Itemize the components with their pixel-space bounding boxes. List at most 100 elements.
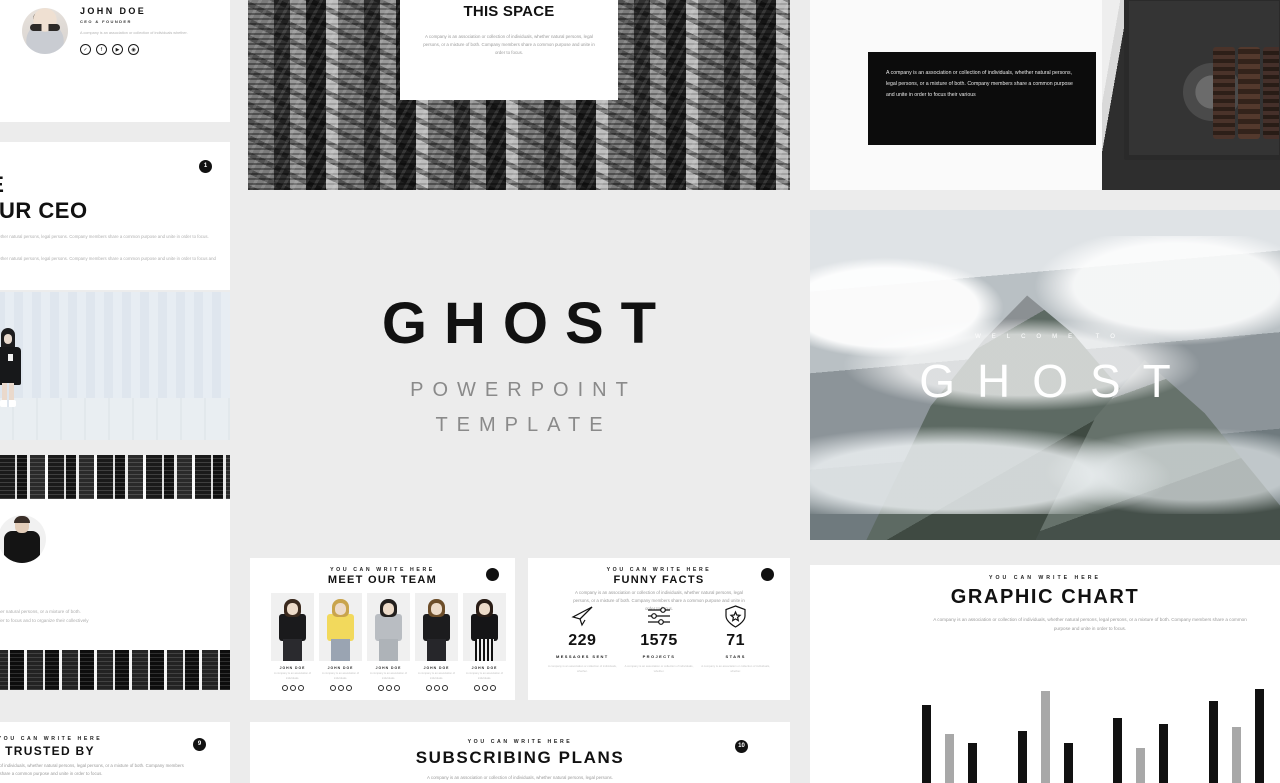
floor-tiles [0,398,230,440]
slide-subscribing-plans[interactable]: 10 YOU CAN WRITE HERE SUBSCRIBING PLANS … [250,722,790,783]
member-role: A company is an association of individua… [370,672,407,680]
team-member-card[interactable]: JOHN DOE A company is an association of … [271,593,314,691]
member-social-links[interactable] [319,684,362,691]
slide-title: TRUSTED BY [5,744,95,758]
slide-dark-quote[interactable]: A company is an association or collectio… [810,0,1280,190]
team-member-card[interactable]: JOHN DOE A company is an association of … [367,593,410,691]
chart-bar [1159,724,1169,783]
facebook-icon [481,684,488,691]
stats-row: 229 MESSAGES SENT A company is an associ… [544,604,774,675]
profile-text: JOHN DOE CEO & FOUNDER A company is an a… [80,6,208,56]
chart-bar [1208,700,1218,783]
dribbble-icon[interactable]: ◉ [128,44,139,56]
twitter-icon[interactable]: ✓ [80,44,91,56]
youtube-icon[interactable]: ▶ [112,44,123,56]
eyebrow-label: YOU CAN WRITE HERE [606,567,712,573]
chart-bar [1136,747,1146,783]
stat-description: A company is an association or collectio… [624,664,694,674]
bar-group [1113,718,1169,783]
dribbble-icon [393,684,400,691]
twitter-icon [377,684,384,691]
profile-name: JOHN DOE [80,6,147,16]
hero-title: GHOST [919,355,1193,407]
chart-bar [1063,743,1073,783]
member-role: A company is an association of individua… [418,672,455,680]
dribbble-icon [441,684,448,691]
member-photo [415,593,458,661]
stat-value: 1575 [640,632,678,649]
slide-city-title[interactable]: AND NICE TITLE IN THIS SPACE A company i… [248,0,790,190]
profile-card: JOHN DOE CEO & FOUNDER A company is an a… [22,6,208,56]
paper-plane-icon [545,604,619,628]
slide-funny-facts[interactable]: YOU CAN WRITE HERE FUNNY FACTS A company… [528,558,790,700]
slide-title: SUBSCRIBING PLANS [415,748,625,767]
slide-zuckerberg-profile[interactable]: ZUCKERBERG BRAND COMPANY A company is an… [0,455,230,690]
brand-subtitle-line-2: TEMPLATE [435,414,612,436]
chart-title: GRAPHIC CHART [950,586,1140,608]
member-photo [367,593,410,661]
shelf-frame [1124,0,1280,160]
slide-number-badge: 1 [199,160,212,173]
stat-item: 71 STARS A company is an association or … [699,604,773,675]
member-social-links[interactable] [415,684,458,691]
eyebrow-label: YOU CAN WRITE HERE [989,575,1101,581]
twitter-icon [473,684,480,691]
social-links[interactable]: ✓ f ▶ ◉ [80,44,208,56]
brand-title: GHOST [381,291,674,356]
bar-group [1208,688,1264,783]
member-social-links[interactable] [463,684,506,691]
team-member-card[interactable]: JOHN DOE A company is an association of … [415,593,458,691]
slide-graphic-chart[interactable]: YOU CAN WRITE HERE GRAPHIC CHART A compa… [810,565,1280,783]
slide-title: AND NICE TITLE IN THIS SPACE [463,3,555,21]
quote-box: A company is an association or collectio… [868,52,1096,145]
member-role: A company is an association of individua… [274,672,311,680]
ceo-paragraph-2: A company is an association or collectio… [0,256,216,261]
slide-description: A company is an association or collectio… [0,763,184,777]
slide-trusted-by[interactable]: 9 YOU CAN WRITE HERE TRUSTED BY A compan… [0,722,230,783]
eyebrow-label: YOU CAN WRITE HERE [467,739,573,745]
slide-photo-woman-wall[interactable] [0,292,230,440]
slide-description: A company is an association or collectio… [423,33,595,56]
eyebrow-label: YOU CAN WRITE HERE [330,567,435,573]
quote-left-panel: A company is an association or collectio… [810,0,1102,190]
chart-bar [945,733,954,783]
member-role: A company is an association of individua… [322,672,359,680]
facebook-icon [433,684,440,691]
dribbble-icon [297,684,304,691]
team-member-card[interactable]: JOHN DOE A company is an association of … [463,593,506,691]
stat-value: 71 [726,632,746,649]
mist-layer [810,421,1280,514]
avatar [0,515,46,563]
twitter-icon [329,684,336,691]
chart-bar [968,743,977,783]
member-social-links[interactable] [271,684,314,691]
facebook-icon[interactable]: f [96,44,107,56]
slide-gallery-board: JOHN DOE CEO & FOUNDER A company is an a… [0,0,1280,783]
chart-bar [1254,688,1264,783]
chart-bar [1231,726,1241,783]
ceo-title-line-1: WELCOME [0,172,4,198]
chart-bar [1017,731,1027,783]
member-name: JOHN DOE [375,666,402,670]
slide-john-doe-profile[interactable]: JOHN DOE CEO & FOUNDER A company is an a… [0,0,230,122]
team-grid: JOHN DOE A company is an association of … [271,593,506,691]
slide-ghost-logo[interactable]: GHOST POWERPOINT TEMPLATE [248,210,790,550]
twitter-icon [281,684,288,691]
slide-mountain-hero[interactable]: WELCOME TO GHOST [810,210,1280,540]
hero-eyebrow: WELCOME TO [975,334,1126,340]
facebook-icon [337,684,344,691]
slide-title: MEET OUR TEAM [327,574,438,586]
chart-bar [1113,718,1123,783]
slide-meet-our-team[interactable]: YOU CAN WRITE HERE MEET OUR TEAM JOHN DO… [250,558,515,700]
member-role: A company is an association of individua… [466,672,503,680]
team-member-card[interactable]: JOHN DOE A company is an association of … [319,593,362,691]
stat-description: A company is an association or collectio… [547,664,617,674]
shelf-photo [1102,0,1280,190]
sliders-icon [622,604,696,628]
member-social-links[interactable] [367,684,410,691]
facebook-icon [385,684,392,691]
member-name: JOHN DOE [327,666,354,670]
member-photo [463,593,506,661]
slide-welcome-from-ceo[interactable]: 1 WELCOME FROM OUR CEO A company is an a… [0,142,230,290]
member-name: JOHN DOE [279,666,306,670]
